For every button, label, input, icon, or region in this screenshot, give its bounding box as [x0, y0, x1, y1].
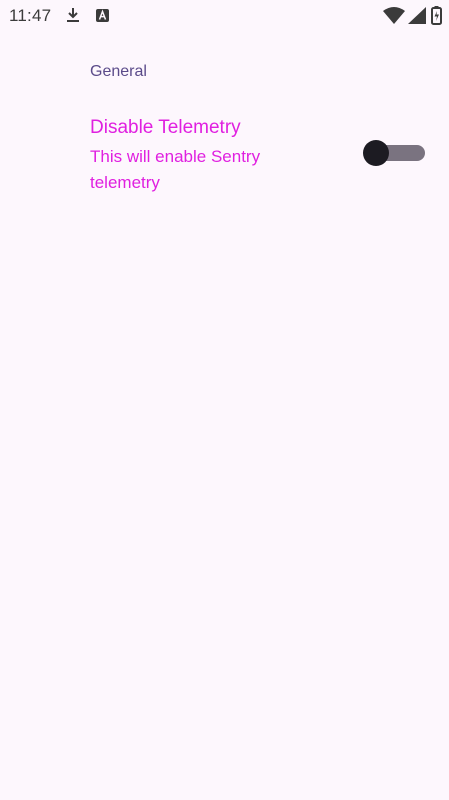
setting-summary: This will enable Sentry telemetry: [90, 147, 261, 192]
status-time: 11:47: [9, 6, 52, 25]
setting-disable-telemetry[interactable]: Disable Telemetry This will enable Sentr…: [0, 110, 449, 200]
status-bar: 11:47: [0, 0, 449, 32]
battery-icon: [431, 6, 442, 30]
setting-title: Disable Telemetry: [90, 117, 241, 138]
telemetry-toggle-switch[interactable]: [363, 140, 425, 166]
download-icon: [66, 7, 80, 28]
signal-icon: [408, 7, 426, 29]
section-header-general: General: [90, 63, 147, 80]
wifi-icon: [383, 7, 405, 29]
a-badge-icon: [96, 9, 109, 27]
toggle-thumb: [363, 140, 389, 166]
